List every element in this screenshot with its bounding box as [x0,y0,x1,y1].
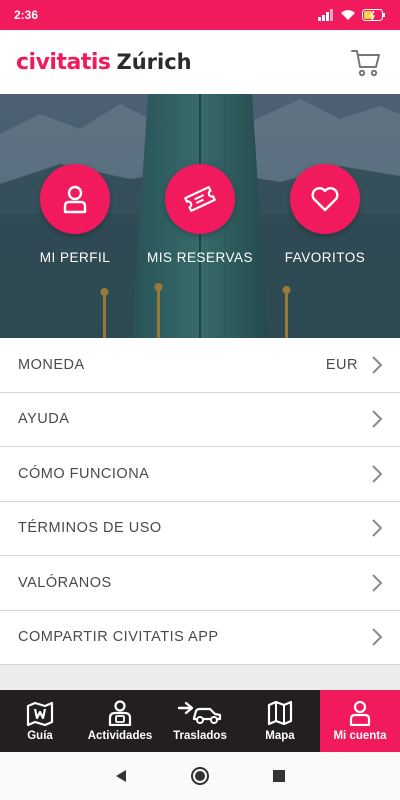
menu-item-currency[interactable]: MONEDA EUR [0,338,400,393]
chevron-right-icon [372,465,382,483]
city-title: Zúrich [116,49,192,74]
my-bookings-label: MIS RESERVAS [146,250,254,265]
chevron-right-icon [372,519,382,537]
status-icons [318,9,386,21]
nav-label: Mapa [265,730,295,742]
profile-circle[interactable] [40,164,110,234]
hero-banner: MI PERFIL MIS RESERVAS FAVORITOS [0,94,400,338]
chevron-right-icon [372,574,382,592]
wifi-icon [341,10,355,20]
menu-item-right: EUR [326,356,382,374]
system-nav-bar [0,752,400,800]
home-icon[interactable] [190,766,210,786]
back-icon[interactable] [114,769,128,783]
my-profile-label: MI PERFIL [39,250,111,265]
hero-actions: MI PERFIL MIS RESERVAS FAVORITOS [0,164,400,265]
map-pin-icon [26,701,54,726]
nav-item-guide[interactable]: Guía [0,690,80,752]
menu-item-label: VALÓRANOS [18,574,112,591]
nav-label: Actividades [87,730,153,742]
menu-item-how-it-works[interactable]: CÓMO FUNCIONA [0,447,400,502]
nav-item-activities[interactable]: Actividades [80,690,160,752]
favorites-label: FAVORITOS [284,250,366,265]
menu-item-label: AYUDA [18,411,70,428]
nav-label: Traslados [173,730,227,742]
status-time: 2:36 [14,8,39,22]
person-icon [349,700,371,726]
my-bookings-button[interactable]: MIS RESERVAS [145,164,255,265]
cart-icon [351,50,380,77]
chevron-right-icon [372,410,382,428]
nav-item-map[interactable]: Mapa [240,690,320,752]
person-icon [63,185,87,214]
nav-label: Mi cuenta [333,730,387,742]
map-icon [267,700,293,726]
app-header: civitatis Zúrich [0,30,400,94]
menu-item-label: MONEDA [18,356,85,373]
currency-value: EUR [325,356,358,373]
nav-item-my-account[interactable]: Mi cuenta [320,690,400,752]
bottom-nav: Guía Actividades Traslados Mapa Mi cuent… [0,690,400,752]
menu-item-rate-us[interactable]: VALÓRANOS [0,556,400,611]
settings-menu: MONEDA EUR AYUDA CÓMO FUNCIONA TÉRMINOS … [0,338,400,665]
signal-icon [318,9,333,21]
battery-icon [362,9,385,21]
status-bar: 2:36 [0,0,400,30]
nav-item-transfers[interactable]: Traslados [160,690,240,752]
menu-item-help[interactable]: AYUDA [0,393,400,447]
chevron-right-icon [372,628,382,646]
car-icon [178,701,222,724]
brand: civitatis Zúrich [16,50,192,75]
menu-item-label: CÓMO FUNCIONA [18,465,150,482]
bookings-circle[interactable] [165,164,235,234]
guide-icon [108,700,132,726]
recents-icon[interactable] [272,769,286,783]
favorites-button[interactable]: FAVORITOS [270,164,380,265]
favorites-circle[interactable] [290,164,360,234]
menu-item-terms[interactable]: TÉRMINOS DE USO [0,502,400,556]
ticket-icon [184,186,216,212]
brand-logo: civitatis [16,49,111,75]
menu-item-share-app[interactable]: COMPARTIR CIVITATIS APP [0,611,400,665]
menu-item-label: COMPARTIR CIVITATIS APP [18,629,219,646]
nav-label: Guía [27,730,53,742]
heart-icon [311,187,339,212]
menu-item-label: TÉRMINOS DE USO [18,520,162,537]
cart-button[interactable] [348,44,384,80]
chevron-right-icon [372,356,382,374]
my-profile-button[interactable]: MI PERFIL [20,164,130,265]
